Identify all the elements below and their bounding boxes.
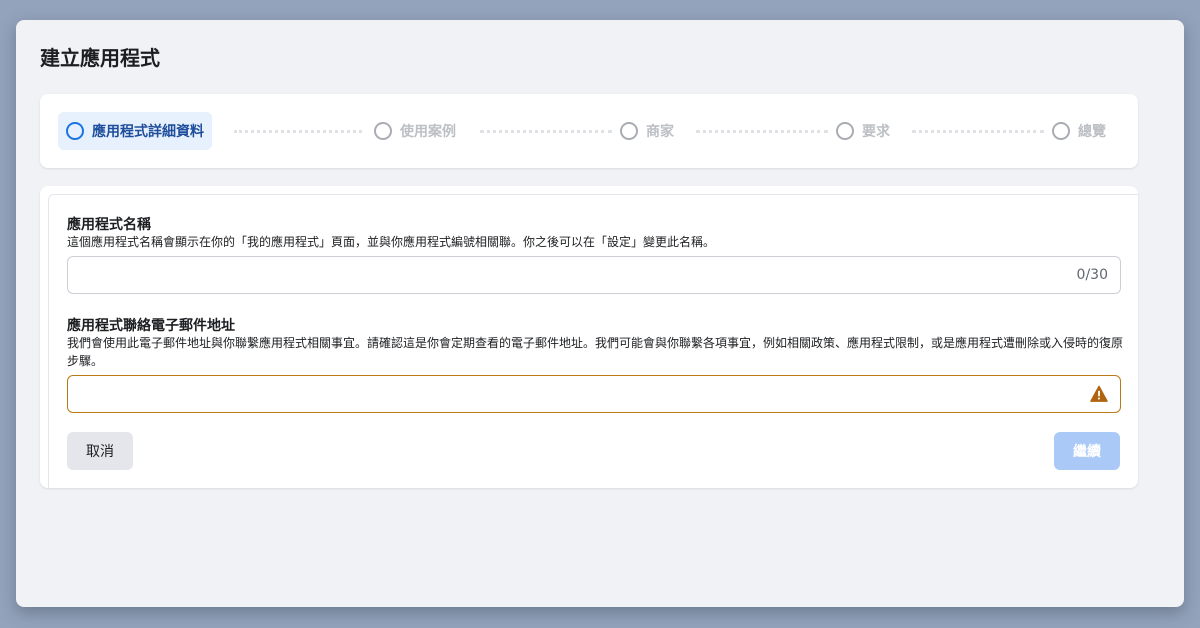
step-circle-icon bbox=[374, 122, 392, 140]
step-overview[interactable]: 總覽 bbox=[1044, 112, 1114, 150]
step-label: 使用案例 bbox=[400, 124, 456, 140]
warning-icon bbox=[1090, 385, 1108, 402]
contact-email-input[interactable] bbox=[67, 375, 1121, 413]
step-label: 要求 bbox=[862, 124, 890, 140]
create-app-dialog: 建立應用程式 應用程式詳細資料 使用案例 商家 要求 總覽 應用程式名稱 這個應… bbox=[16, 20, 1184, 607]
step-circle-icon bbox=[1052, 122, 1070, 140]
step-requirements[interactable]: 要求 bbox=[828, 112, 898, 150]
contact-email-description: 我們會使用此電子郵件地址與你聯繫應用程式相關事宜。請確認這是你會定期查看的電子郵… bbox=[67, 336, 1124, 368]
app-name-input[interactable]: 0/30 bbox=[67, 256, 1121, 294]
char-counter: 0/30 bbox=[1076, 267, 1108, 283]
progress-stepper: 應用程式詳細資料 使用案例 商家 要求 總覽 bbox=[40, 94, 1138, 168]
step-label: 總覽 bbox=[1078, 124, 1106, 140]
step-connector bbox=[480, 130, 612, 133]
step-circle-icon bbox=[66, 122, 84, 140]
app-details-form: 應用程式名稱 這個應用程式名稱會顯示在你的「我的應用程式」頁面，並與你應用程式編… bbox=[40, 186, 1138, 488]
step-circle-icon bbox=[836, 122, 854, 140]
step-connector bbox=[912, 130, 1044, 133]
step-circle-icon bbox=[620, 122, 638, 140]
step-connector bbox=[696, 130, 828, 133]
step-label: 應用程式詳細資料 bbox=[92, 124, 204, 140]
step-app-details[interactable]: 應用程式詳細資料 bbox=[58, 112, 212, 150]
continue-button[interactable]: 繼續 bbox=[1054, 432, 1120, 470]
dialog-title: 建立應用程式 bbox=[40, 46, 160, 70]
step-label: 商家 bbox=[646, 124, 674, 140]
contact-email-label: 應用程式聯絡電子郵件地址 bbox=[67, 318, 235, 334]
step-connector bbox=[234, 130, 362, 133]
form-body: 應用程式名稱 這個應用程式名稱會顯示在你的「我的應用程式」頁面，並與你應用程式編… bbox=[48, 194, 1138, 488]
cancel-button[interactable]: 取消 bbox=[67, 432, 133, 470]
app-name-description: 這個應用程式名稱會顯示在你的「我的應用程式」頁面，並與你應用程式編號相關聯。你之… bbox=[67, 235, 716, 249]
step-business[interactable]: 商家 bbox=[612, 112, 682, 150]
app-name-label: 應用程式名稱 bbox=[67, 217, 151, 233]
step-use-cases[interactable]: 使用案例 bbox=[366, 112, 464, 150]
